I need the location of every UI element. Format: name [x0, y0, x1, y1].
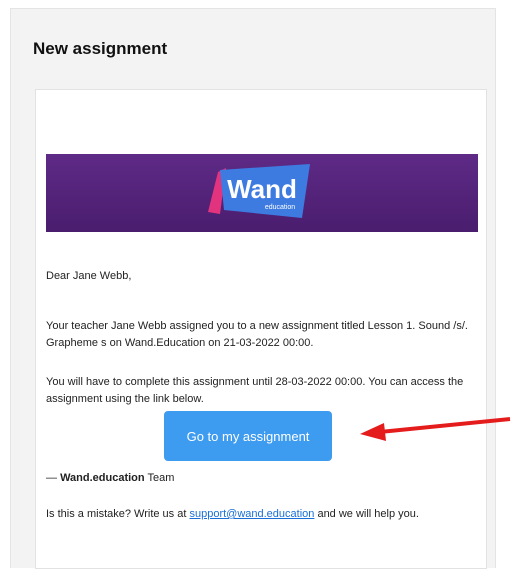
go-to-assignment-button[interactable]: Go to my assignment	[164, 411, 332, 461]
logo-wordmark: Wand	[227, 174, 297, 204]
support-prefix: Is this a mistake? Write us at	[46, 508, 190, 520]
signature-brand: Wand.education	[60, 472, 145, 484]
support-line: Is this a mistake? Write us at support@w…	[46, 506, 486, 523]
signature-team: Team	[144, 472, 175, 484]
email-heading: New assignment	[33, 39, 168, 58]
support-email-link[interactable]: support@wand.education	[189, 508, 314, 520]
signature: — Wand.education Team	[46, 470, 486, 487]
support-suffix: and we will help you.	[314, 508, 419, 520]
brand-banner: Wand education	[46, 154, 478, 232]
wand-logo-icon: Wand education	[208, 164, 310, 218]
deadline-description: You will have to complete this assignmen…	[46, 376, 464, 405]
red-arrow-icon	[360, 417, 511, 441]
assignment-description: Your teacher Jane Webb assigned you to a…	[46, 320, 468, 349]
email-viewer-frame: New assignment Wand education Dear Jane …	[10, 8, 496, 569]
signature-dash: —	[46, 472, 61, 484]
greeting-text: Dear Jane Webb,	[46, 270, 132, 282]
logo-subtext: education	[265, 204, 295, 211]
email-card: Wand education Dear Jane Webb, Your teac…	[35, 89, 487, 569]
